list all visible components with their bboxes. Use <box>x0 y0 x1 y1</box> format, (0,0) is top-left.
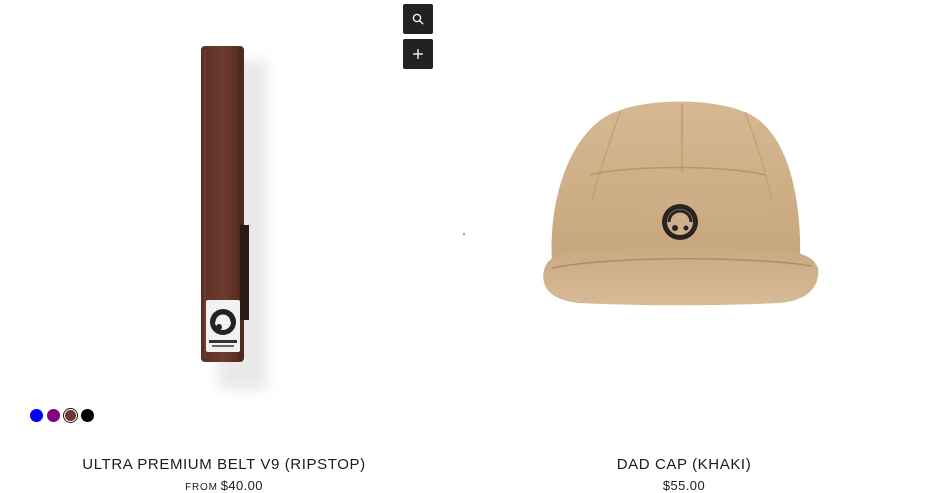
brown-belt-image <box>201 46 268 390</box>
product-title[interactable]: DAD CAP (KHAKI) <box>460 456 908 473</box>
price-prefix: FROM <box>185 482 218 493</box>
khaki-cap-image <box>463 101 819 306</box>
product-image-link[interactable] <box>460 0 908 440</box>
search-icon <box>412 13 424 25</box>
product-card-cap: DAD CAP (KHAKI) $55.00 <box>460 0 908 493</box>
product-grid: ULTRA PREMIUM BELT V9 (RIPSTOP) FROM $40.… <box>0 0 948 493</box>
color-swatches <box>30 409 94 422</box>
swatch-purple[interactable] <box>47 409 60 422</box>
swatch-blue[interactable] <box>30 409 43 422</box>
plus-icon <box>413 49 423 59</box>
price-value: $40.00 <box>220 478 263 493</box>
product-title[interactable]: ULTRA PREMIUM BELT V9 (RIPSTOP) <box>0 456 448 473</box>
quick-add-button[interactable] <box>403 39 433 69</box>
product-price: FROM $40.00 <box>0 478 448 493</box>
price-value: $55.00 <box>662 478 706 493</box>
swatch-brown[interactable] <box>64 409 77 422</box>
product-price: $55.00 <box>460 478 908 493</box>
swatch-black[interactable] <box>81 409 94 422</box>
quick-view-button[interactable] <box>403 4 433 34</box>
product-image-link[interactable] <box>0 0 448 440</box>
product-card-belt: ULTRA PREMIUM BELT V9 (RIPSTOP) FROM $40.… <box>0 0 448 493</box>
